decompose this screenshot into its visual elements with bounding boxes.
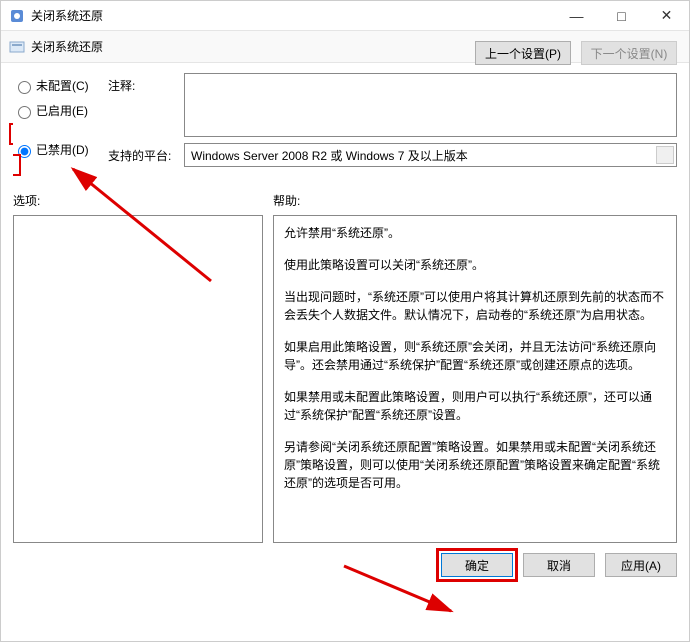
- cancel-button[interactable]: 取消: [523, 553, 595, 577]
- help-text-p4: 如果启用此策略设置，则“系统还原”会关闭，并且无法访问“系统还原向导”。还会禁用…: [284, 338, 666, 374]
- platform-field[interactable]: Windows Server 2008 R2 或 Windows 7 及以上版本: [184, 143, 677, 167]
- help-text-p2: 使用此策略设置可以关闭“系统还原”。: [284, 256, 666, 274]
- help-text-p1: 允许禁用“系统还原”。: [284, 224, 666, 242]
- next-setting-button: 下一个设置(N): [581, 41, 677, 65]
- nav-row: 上一个设置(P) 下一个设置(N): [1, 31, 689, 65]
- config-row: 未配置(C) 已启用(E) 已禁用(D) 注释: 支持的平台:: [13, 73, 677, 172]
- radio-disabled-input[interactable]: [18, 145, 31, 158]
- policy-icon: [9, 39, 25, 55]
- help-text-p6: 另请参阅“关闭系统还原配置”策略设置。如果禁用或未配置“关闭系统还原”策略设置，…: [284, 438, 666, 492]
- help-pane[interactable]: 允许禁用“系统还原”。 使用此策略设置可以关闭“系统还原”。 当出现问题时，“系…: [273, 215, 677, 543]
- prev-setting-button[interactable]: 上一个设置(P): [475, 41, 571, 65]
- radio-enabled-input[interactable]: [18, 106, 31, 119]
- ok-button[interactable]: 确定: [441, 553, 513, 577]
- radio-not-configured-input[interactable]: [18, 81, 31, 94]
- footer: 确定 取消 应用(A): [1, 543, 689, 587]
- panes-row: 允许禁用“系统还原”。 使用此策略设置可以关闭“系统还原”。 当出现问题时，“系…: [13, 215, 677, 543]
- notes-column: 注释: 支持的平台: Windows Server 2008 R2 或 Wind…: [108, 73, 677, 172]
- radio-disabled-label: 已禁用(D): [36, 141, 89, 158]
- options-pane[interactable]: [13, 215, 263, 543]
- radio-disabled[interactable]: 已禁用(D): [13, 141, 98, 158]
- minimize-button[interactable]: —: [554, 1, 599, 30]
- window-controls: — □ ✕: [554, 1, 689, 30]
- comment-textarea[interactable]: [184, 73, 677, 137]
- platform-row: 支持的平台: Windows Server 2008 R2 或 Windows …: [108, 143, 677, 167]
- maximize-button[interactable]: □: [599, 1, 644, 30]
- options-label: 选项:: [13, 192, 263, 209]
- comment-row: 注释:: [108, 73, 677, 137]
- comment-label: 注释:: [108, 73, 178, 94]
- radio-group: 未配置(C) 已启用(E) 已禁用(D): [13, 73, 98, 172]
- help-text-p5: 如果禁用或未配置此策略设置，则用户可以执行“系统还原”，还可以通过“系统保护”配…: [284, 388, 666, 424]
- radio-disabled-highlight: 已禁用(D): [9, 123, 98, 176]
- titlebar: 关闭系统还原 — □ ✕: [1, 1, 689, 31]
- radio-not-configured[interactable]: 未配置(C): [13, 77, 98, 94]
- body-area: 未配置(C) 已启用(E) 已禁用(D) 注释: 支持的平台:: [1, 65, 689, 543]
- radio-not-configured-label: 未配置(C): [36, 77, 89, 94]
- close-button[interactable]: ✕: [644, 1, 689, 30]
- platform-label: 支持的平台:: [108, 143, 178, 164]
- subheader-title: 关闭系统还原: [31, 38, 103, 55]
- radio-enabled-label: 已启用(E): [36, 102, 88, 119]
- app-icon: [9, 8, 25, 24]
- apply-button[interactable]: 应用(A): [605, 553, 677, 577]
- radio-enabled[interactable]: 已启用(E): [13, 102, 98, 119]
- help-label: 帮助:: [273, 192, 300, 209]
- platform-value: Windows Server 2008 R2 或 Windows 7 及以上版本: [191, 147, 468, 164]
- window-title: 关闭系统还原: [31, 7, 554, 24]
- help-text-p3: 当出现问题时，“系统还原”可以使用户将其计算机还原到先前的状态而不会丢失个人数据…: [284, 288, 666, 324]
- section-labels: 选项: 帮助:: [13, 192, 677, 209]
